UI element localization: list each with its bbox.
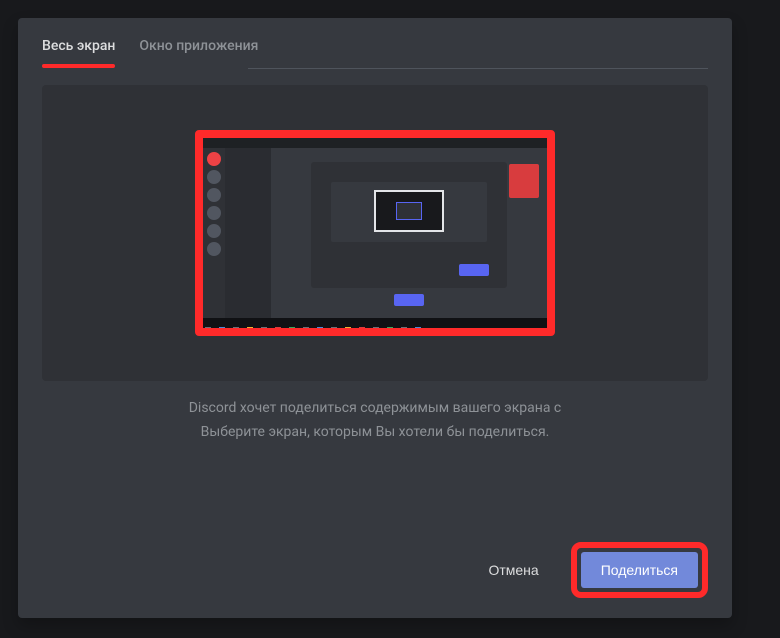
tab-application-window[interactable]: Окно приложения <box>139 38 258 68</box>
thumb-taskbar-icon <box>373 327 379 328</box>
thumb-server-icon <box>207 152 221 166</box>
thumb-server-sidebar <box>203 148 225 318</box>
thumb-taskbar-icon <box>331 327 337 328</box>
description-line-1: Discord хочет поделиться содержимым ваше… <box>82 397 668 421</box>
modal-footer: Отмена Поделиться <box>18 522 732 618</box>
modal-content: Discord хочет поделиться содержимым ваше… <box>18 69 732 522</box>
thumb-server-icon <box>207 224 221 238</box>
thumb-server-icon <box>207 242 221 256</box>
thumb-titlebar <box>203 138 547 148</box>
thumb-taskbar-icon <box>275 327 281 328</box>
thumb-channel-list <box>225 148 271 318</box>
thumb-taskbar-icon <box>387 327 393 328</box>
tab-application-window-label: Окно приложения <box>139 38 258 54</box>
tab-entire-screen-label: Весь экран <box>42 38 115 54</box>
share-button-highlight: Поделиться <box>571 542 708 598</box>
thumb-taskbar-icon <box>359 327 365 328</box>
cancel-button[interactable]: Отмена <box>468 552 558 588</box>
share-description: Discord хочет поделиться содержимым ваше… <box>42 381 708 445</box>
thumb-taskbar-icon <box>289 327 295 328</box>
share-button[interactable]: Поделиться <box>581 552 698 588</box>
thumb-taskbar-icon <box>317 327 323 328</box>
screen-preview-box[interactable] <box>42 85 708 381</box>
tab-entire-screen[interactable]: Весь экран <box>42 38 115 68</box>
thumb-taskbar-icon <box>303 327 309 328</box>
screen-thumbnail-highlight <box>195 130 555 336</box>
thumb-inner-screenshot <box>374 190 444 232</box>
thumb-inner-modal <box>311 162 507 288</box>
tabs-row: Весь экран Окно приложения <box>18 18 732 68</box>
thumb-taskbar-icon <box>219 327 225 328</box>
description-line-2: Выберите экран, которым Вы хотели бы под… <box>82 421 668 445</box>
thumb-taskbar-icon <box>415 327 421 328</box>
thumb-server-icon <box>207 206 221 220</box>
thumb-main-area <box>271 148 547 318</box>
thumb-inner-cancel <box>429 264 453 276</box>
thumb-server-icon <box>207 170 221 184</box>
screen-share-modal: Весь экран Окно приложения <box>18 18 732 618</box>
thumb-taskbar-icon <box>345 327 351 328</box>
thumb-server-icon <box>207 188 221 202</box>
thumb-bottom-button <box>394 294 424 306</box>
thumb-taskbar-icon <box>401 327 407 328</box>
thumb-taskbar-icon <box>247 327 253 328</box>
thumb-inner-share <box>459 264 489 276</box>
thumb-taskbar <box>203 318 547 328</box>
thumb-right-panel <box>509 164 539 198</box>
thumb-taskbar-icon <box>233 327 239 328</box>
active-tab-highlight <box>42 64 115 68</box>
thumb-inner-modal-body <box>331 182 487 242</box>
thumb-taskbar-icon <box>205 327 211 328</box>
thumb-taskbar-icon <box>261 327 267 328</box>
screen-thumbnail[interactable] <box>203 138 547 328</box>
